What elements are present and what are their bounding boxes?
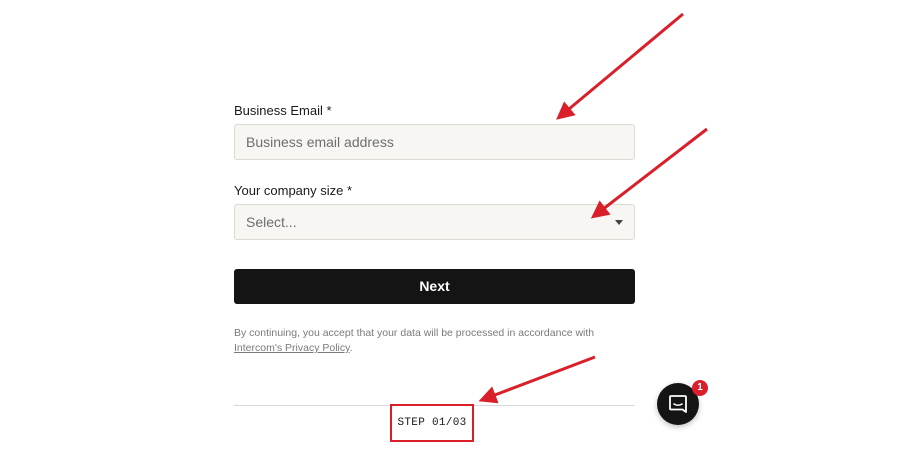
consent-sentence: By continuing, you accept that your data…: [234, 327, 595, 339]
notification-badge: 1: [692, 380, 708, 396]
chat-bubble-icon: [669, 395, 687, 413]
step-indicator: STEP 01/03: [397, 417, 467, 429]
business-email-input[interactable]: [235, 125, 634, 159]
annotation-arrow-step: [478, 355, 596, 404]
chevron-down-icon: [615, 220, 623, 225]
next-button[interactable]: Next: [234, 269, 635, 304]
annotation-arrow-email: [556, 12, 684, 120]
consent-suffix: .: [349, 342, 353, 354]
signup-page: Business Email * Your company size * Sel…: [0, 0, 900, 450]
consent-text: By continuing, you accept that your data…: [234, 326, 635, 356]
business-email-label: Business Email *: [234, 103, 332, 118]
company-size-select[interactable]: Select...: [234, 204, 635, 240]
step-indicator-highlight: STEP 01/03: [390, 404, 474, 442]
company-size-label: Your company size *: [234, 183, 353, 198]
company-size-selected-value: Select...: [246, 214, 297, 230]
business-email-field-wrapper: [234, 124, 635, 160]
privacy-policy-link[interactable]: Intercom's Privacy Policy: [234, 342, 350, 354]
